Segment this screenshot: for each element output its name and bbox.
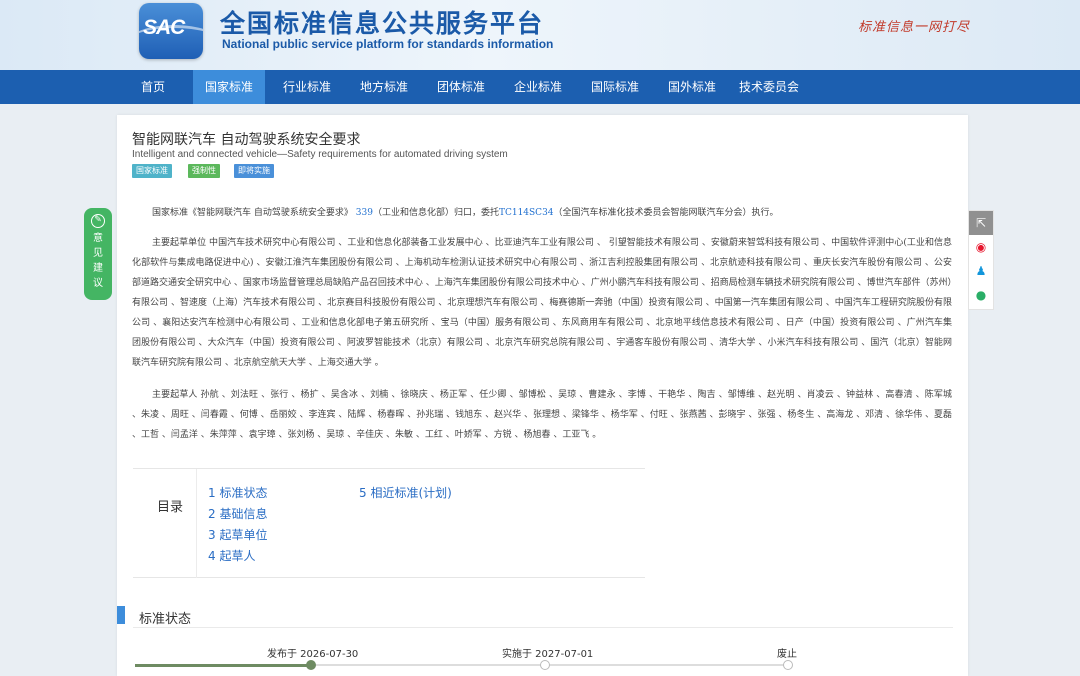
standard-title: 智能网联汽车 自动驾驶系统安全要求 [132, 132, 361, 148]
main-nav: 首页 国家标准 行业标准 地方标准 团体标准 企业标准 国际标准 国外标准 技术… [0, 70, 1080, 104]
edit-icon: ✎ [91, 214, 105, 228]
feedback-label: 意见建议 [93, 233, 103, 289]
section-accent-bar [117, 606, 125, 624]
toc-link-drafters[interactable]: 4 起草人 [208, 547, 255, 564]
toc-link-drafting-units[interactable]: 3 起草单位 [208, 526, 267, 543]
timeline-label-abolished: 废止 [777, 649, 797, 660]
site-title: 全国标准信息公共服务平台 [220, 9, 545, 38]
timeline-dot-abolished [783, 660, 793, 670]
nav-item-group-standards[interactable]: 团体标准 [426, 70, 496, 104]
intro-prefix: 国家标准《智能网联汽车 自动驾驶系统安全要求》 [152, 208, 353, 218]
standard-title-en: Intelligent and connected vehicle—Safety… [132, 149, 508, 160]
tc-link[interactable]: TC114SC34 [499, 208, 554, 218]
tag-national-standard: 国家标准 [132, 164, 172, 178]
intro-paragraph: 国家标准《智能网联汽车 自动驾驶系统安全要求》 339（工业和信息化部）归口，委… [132, 203, 952, 223]
logo-text: SAC [143, 16, 185, 39]
nav-item-industry-standards[interactable]: 行业标准 [272, 70, 342, 104]
toc-link-basic-info[interactable]: 2 基础信息 [208, 505, 267, 522]
toc-separator [196, 469, 197, 578]
site-subtitle: National public service platform for sta… [222, 37, 554, 51]
site-header: SAC 全国标准信息公共服务平台 National public service… [0, 0, 1080, 70]
plan-link[interactable]: 339 [356, 208, 373, 218]
nav-item-foreign-standards[interactable]: 国外标准 [657, 70, 727, 104]
sac-logo[interactable]: SAC [139, 3, 203, 59]
intro-mid: （工业和信息化部）归口，委托 [372, 208, 499, 218]
nav-item-enterprise-standards[interactable]: 企业标准 [503, 70, 573, 104]
status-section-title: 标准状态 [139, 612, 192, 627]
timeline-dot-published [306, 660, 316, 670]
tag-upcoming: 即将实施 [234, 164, 274, 178]
share-icon[interactable]: ⇱ [969, 211, 993, 235]
toc-link-status[interactable]: 1 标准状态 [208, 484, 267, 501]
timeline-progress [135, 664, 311, 667]
drafters-paragraph: 主要起草人 孙航 、刘法旺 、张行 、杨扩 、吴含冰 、刘楠 、徐晓庆 、杨正军… [132, 390, 952, 440]
nav-item-international-standards[interactable]: 国际标准 [580, 70, 650, 104]
intro-suffix: （全国汽车标准化技术委员会智能网联汽车分会）执行。 [553, 208, 779, 218]
nav-item-home[interactable]: 首页 [133, 70, 173, 104]
timeline-label-effective: 实施于 2027-07-01 [502, 649, 594, 660]
share-bar: ⇱ ◉ ♟ ● [968, 210, 994, 310]
feedback-button[interactable]: ✎ 意见建议 [84, 208, 112, 300]
toc-link-similar-standards[interactable]: 5 相近标准(计划) [359, 484, 452, 501]
nav-item-technical-committees[interactable]: 技术委员会 [734, 70, 804, 104]
wechat-icon[interactable]: ● [969, 283, 993, 307]
qq-icon[interactable]: ♟ [969, 259, 993, 283]
timeline-label-published: 发布于 2026-07-30 [267, 649, 359, 660]
weibo-icon[interactable]: ◉ [969, 235, 993, 259]
timeline-dot-effective [540, 660, 550, 670]
site-slogan: 标准信息一网打尽 [858, 20, 971, 35]
tag-mandatory: 强制性 [188, 164, 220, 178]
nav-item-local-standards[interactable]: 地方标准 [349, 70, 419, 104]
section-divider [133, 627, 953, 628]
drafting-units-paragraph: 主要起草单位 中国汽车技术研究中心有限公司 、工业和信息化部装备工业发展中心 、… [132, 238, 953, 368]
nav-item-national-standards[interactable]: 国家标准 [193, 70, 265, 104]
toc-label: 目录 [157, 500, 184, 515]
